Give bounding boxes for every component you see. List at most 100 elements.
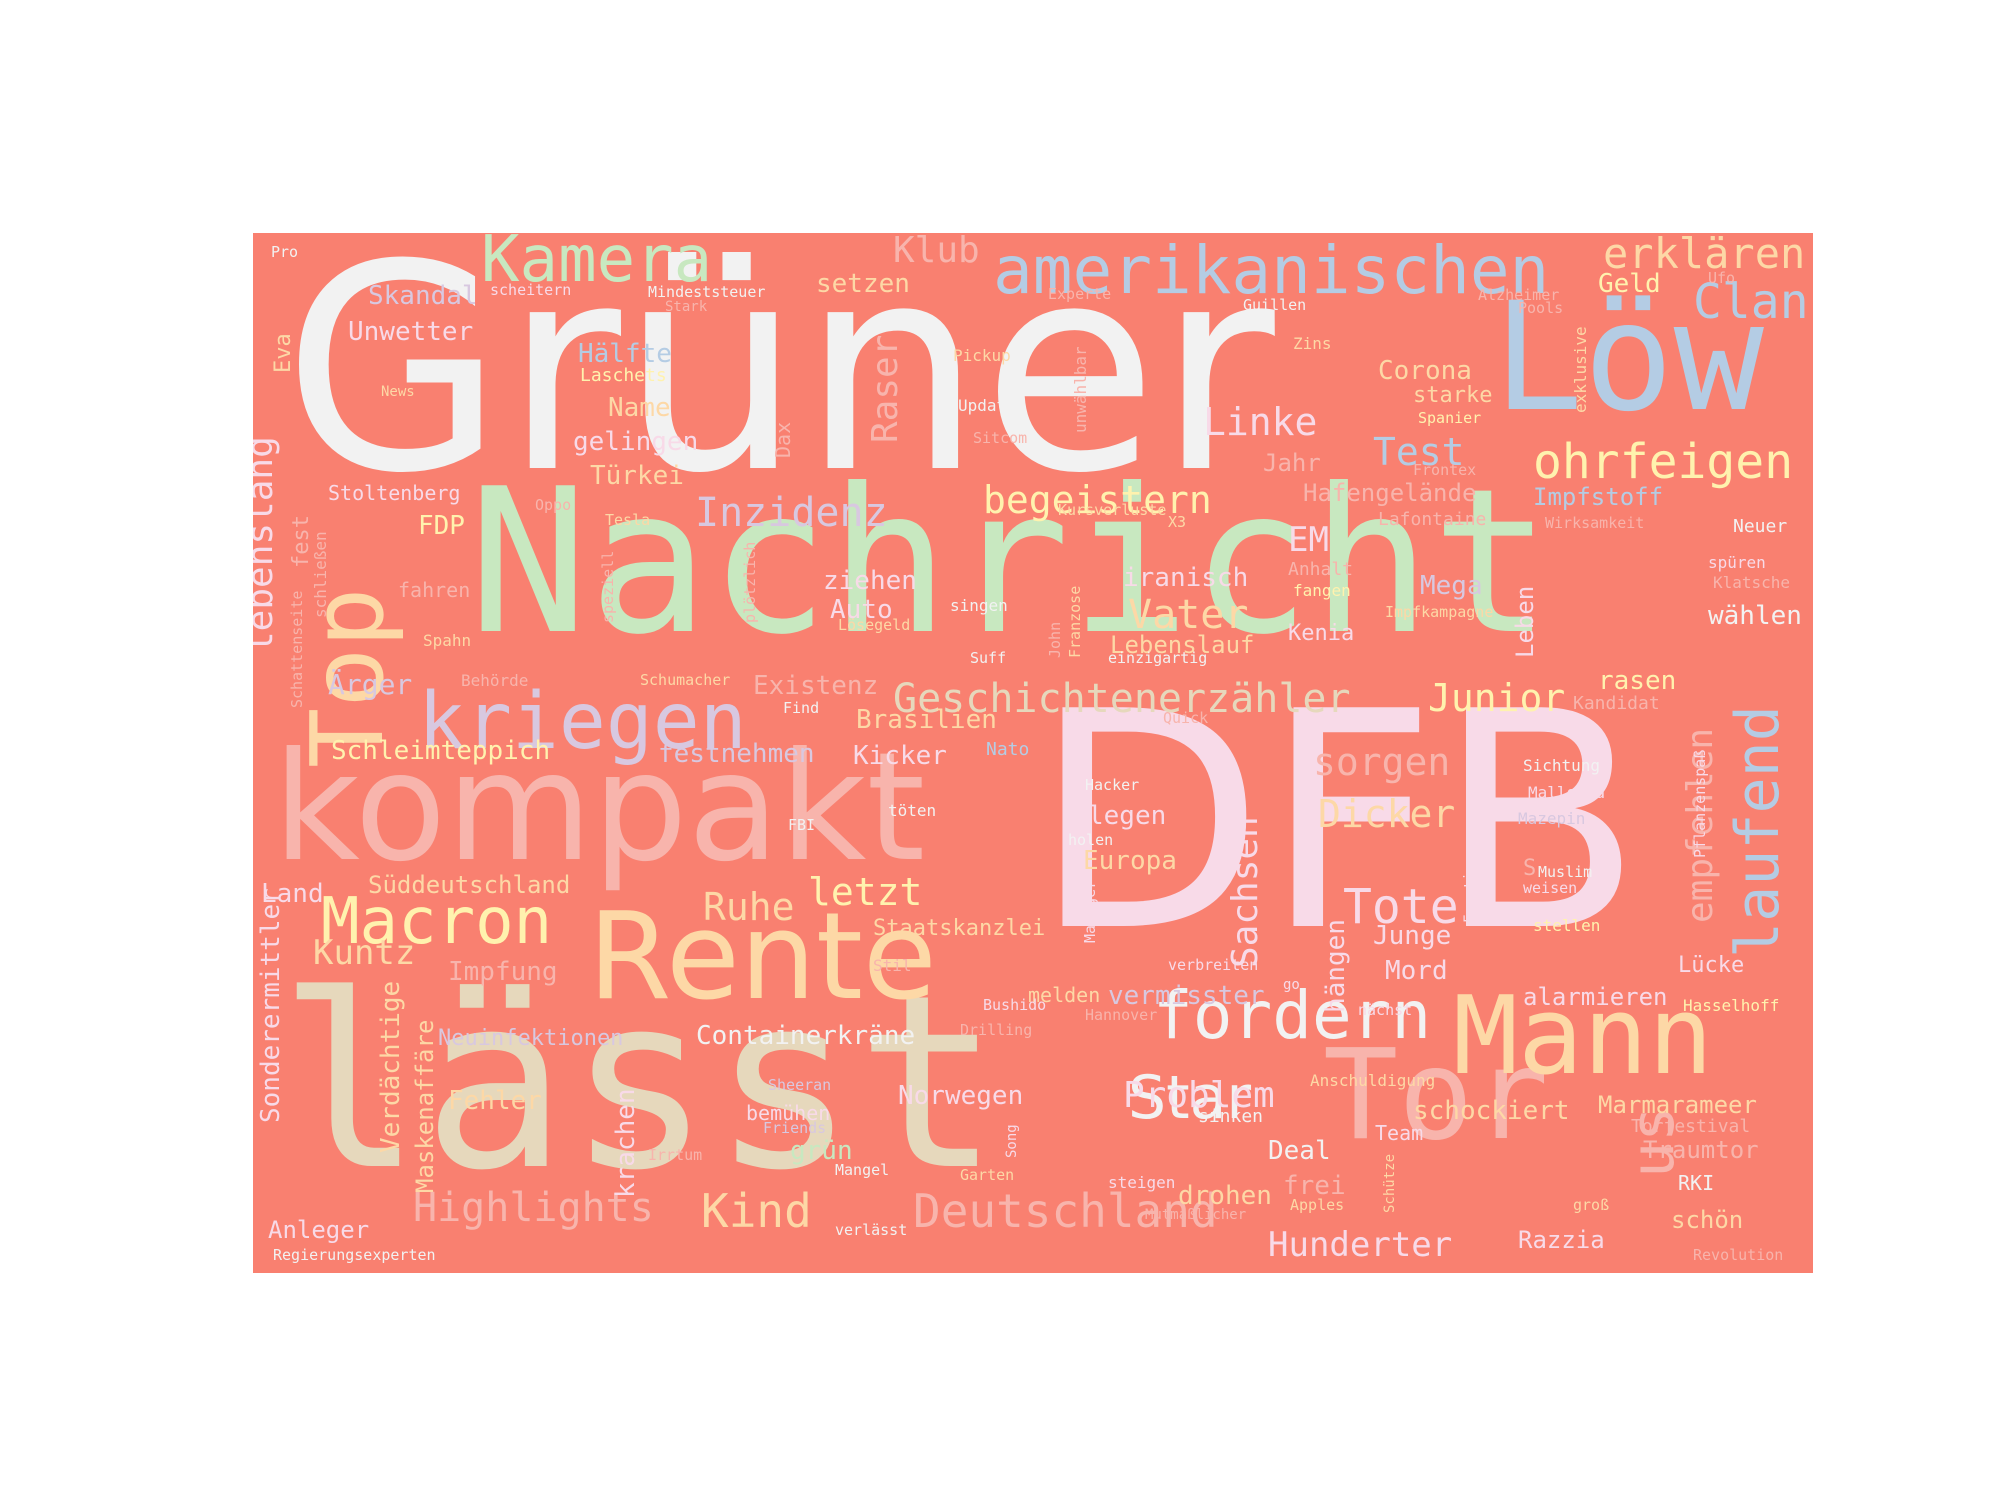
word: Kicker	[853, 741, 947, 771]
word: Laschets	[580, 365, 667, 386]
word: Kind	[701, 1184, 812, 1238]
word: Friends	[763, 1119, 827, 1137]
word: Oppo	[535, 496, 572, 514]
word: schön	[1671, 1206, 1744, 1234]
word: go	[1283, 977, 1300, 993]
word: Klatsche	[1713, 573, 1791, 592]
word: stellen	[1533, 916, 1601, 935]
word: Ärger	[328, 668, 413, 701]
word: exklusive	[1571, 326, 1590, 413]
word: Drilling	[960, 1021, 1033, 1039]
word: Traumtor	[1643, 1136, 1759, 1164]
word: Neuer	[1733, 516, 1788, 537]
word: Update	[958, 396, 1016, 415]
word: fest	[289, 515, 314, 568]
word: Linke	[1203, 400, 1318, 444]
word: Norwegen	[898, 1081, 1024, 1111]
word: Lafontaine	[1378, 509, 1487, 530]
word: Zins	[1293, 334, 1332, 353]
word: festnehmen	[658, 739, 815, 769]
word: Fehler	[448, 1086, 542, 1116]
word: schockiert	[1413, 1096, 1570, 1126]
word: News	[381, 384, 415, 400]
word: legen	[1088, 801, 1167, 831]
word: Regierungsexperten	[273, 1246, 436, 1264]
word: Tesla	[605, 511, 651, 529]
word: Ruhe	[703, 885, 795, 929]
word: Name	[608, 393, 671, 423]
word: Geld	[1598, 269, 1661, 299]
word: EM	[1288, 520, 1329, 560]
word: Pickup	[953, 346, 1011, 365]
word: Muslim	[1538, 863, 1593, 881]
word: steigen	[1108, 1173, 1176, 1192]
word: Sitcom	[973, 429, 1028, 447]
word: Suff	[970, 649, 1007, 667]
word: Impfkampagne	[1385, 603, 1494, 621]
word: fahren	[398, 578, 471, 602]
word: weisen	[1523, 879, 1578, 897]
word: Hasselhoff	[1683, 996, 1780, 1015]
word: Sonderermittler	[256, 888, 286, 1123]
word: Guillen	[1243, 296, 1307, 314]
word: hängen	[1321, 919, 1351, 1013]
word: FBI	[788, 816, 816, 834]
word: Mega	[1420, 571, 1483, 601]
word: Schattenseite	[288, 590, 306, 708]
word: Anschuldigung	[1310, 1071, 1436, 1090]
word: Lücke	[1678, 953, 1745, 978]
word-cloud-canvas: Grüner Nachricht DFB lässt kompakt Löw T…	[253, 233, 1813, 1273]
word: Frontex	[1413, 461, 1477, 479]
word: Jahr	[1263, 449, 1321, 477]
word: FDP	[418, 511, 465, 541]
word: Nato	[986, 739, 1030, 760]
word: scheitern	[490, 281, 572, 299]
word: Junior	[1428, 676, 1566, 720]
word: Bushido	[983, 996, 1047, 1014]
word: Dicker	[1318, 792, 1456, 836]
word: rasen	[1598, 666, 1677, 696]
word: Junge	[1373, 921, 1452, 951]
word: schließen	[311, 531, 330, 618]
word: Irrtum	[648, 1146, 703, 1164]
word: Kuntz	[313, 933, 416, 973]
word: Mangel	[835, 1161, 890, 1179]
word: Apples	[1290, 1196, 1345, 1214]
word: Existenz	[753, 671, 879, 701]
word: Deal	[1268, 1136, 1331, 1166]
word: sorgen	[1313, 740, 1451, 784]
word: singen	[950, 596, 1008, 615]
word: Hafengelände	[1303, 479, 1477, 507]
word: Impfstoff	[1533, 483, 1664, 511]
word: drohen	[1178, 1181, 1272, 1211]
word: Stark	[665, 299, 708, 315]
word: verbreiten	[1168, 956, 1259, 974]
word: Pflanzenspaß	[1691, 749, 1709, 858]
word: Anleger	[268, 1216, 370, 1244]
word: Kenia	[1288, 621, 1355, 646]
word: Manager	[1081, 879, 1099, 943]
word: Unwetter	[348, 317, 474, 347]
word: Vater	[1128, 592, 1249, 638]
word: Spanier	[1418, 409, 1482, 427]
word: Raser	[865, 334, 906, 443]
word: Find	[783, 699, 820, 717]
word: Lösegeld	[838, 616, 911, 634]
word: Kursverluste	[1058, 501, 1167, 519]
word: Europa	[1083, 846, 1177, 876]
word: Sachsen	[1225, 816, 1266, 968]
word: ziehen	[823, 566, 917, 596]
word: Schütze	[1382, 1153, 1398, 1213]
word: S	[1523, 856, 1537, 881]
word: Revolution	[1693, 1246, 1784, 1264]
word: Franzose	[1066, 585, 1084, 658]
word: unwählbar	[1071, 346, 1090, 433]
word: sinken	[1198, 1106, 1264, 1127]
word: fangen	[1293, 581, 1351, 600]
word: Pools	[1518, 299, 1564, 317]
word: Containerkräne	[696, 1021, 916, 1051]
word: Dax	[771, 421, 795, 458]
word: iranisch	[1123, 563, 1249, 593]
word: X3	[1168, 513, 1187, 531]
word: Corona	[1378, 356, 1472, 386]
